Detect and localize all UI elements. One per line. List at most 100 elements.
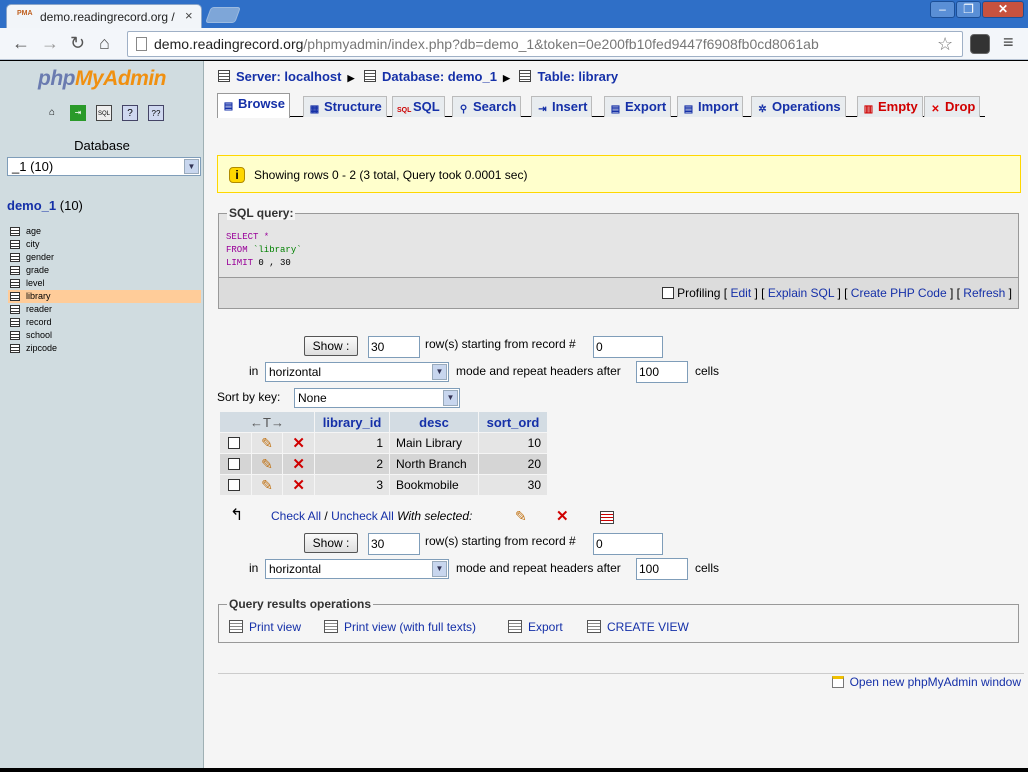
open-new-window-link[interactable]: Open new phpMyAdmin window: [831, 675, 1021, 689]
sidebar-table-library[interactable]: library: [8, 290, 201, 303]
delete-icon[interactable]: ✕: [292, 477, 305, 494]
reload-icon[interactable]: ↻: [70, 33, 85, 53]
row-checkbox[interactable]: [227, 479, 240, 491]
table-icon[interactable]: [10, 227, 20, 236]
table-icon[interactable]: [10, 266, 20, 275]
column-header-desc[interactable]: desc: [390, 412, 478, 432]
address-url[interactable]: demo.readingrecord.org/phpmyadmin/index.…: [154, 36, 819, 52]
edit-pencil-icon[interactable]: ✎: [261, 477, 273, 493]
table-icon[interactable]: [10, 279, 20, 288]
tab-import[interactable]: ▤ Import: [677, 96, 744, 117]
edit-link[interactable]: Edit: [730, 286, 751, 300]
column-header-library-id[interactable]: library_id: [315, 412, 389, 432]
browser-tab[interactable]: PMA demo.readingrecord.org / loc ×: [6, 4, 202, 28]
tab-insert[interactable]: ⇥ Insert: [531, 96, 593, 117]
profiling-checkbox[interactable]: [662, 287, 675, 299]
sidebar-table-record[interactable]: record: [8, 316, 201, 329]
rows-count-input[interactable]: 30: [368, 336, 420, 358]
window-maximize-button[interactable]: ❐: [956, 1, 981, 18]
wrench-menu-icon[interactable]: ≡: [1003, 32, 1014, 53]
home-icon[interactable]: ⌂: [99, 33, 110, 53]
tab-sql[interactable]: SQL SQL: [392, 96, 445, 117]
tab-export[interactable]: ▤ Export: [604, 96, 672, 117]
breadcrumb-server[interactable]: Server: localhost: [218, 69, 342, 84]
address-bar[interactable]: demo.readingrecord.org/phpmyadmin/index.…: [127, 31, 963, 57]
delete-icon[interactable]: ✕: [292, 435, 305, 452]
forward-icon[interactable]: →: [41, 33, 59, 53]
table-icon[interactable]: [10, 292, 20, 301]
sidebar-table-label[interactable]: reader: [26, 304, 52, 314]
uncheck-all-link[interactable]: Uncheck All: [331, 509, 394, 523]
rows-count-input[interactable]: 30: [368, 533, 420, 555]
print-view-link[interactable]: Print view: [229, 620, 301, 634]
sidebar-table-label[interactable]: record: [26, 317, 52, 327]
home-icon[interactable]: ⌂: [44, 105, 60, 121]
show-button[interactable]: Show :: [304, 533, 358, 553]
export-selected-icon[interactable]: [600, 511, 614, 524]
sidebar-table-label[interactable]: zipcode: [26, 343, 57, 353]
exit-icon[interactable]: ⇥: [70, 105, 86, 121]
repeat-headers-input[interactable]: 100: [636, 361, 688, 383]
show-button[interactable]: Show :: [304, 336, 358, 356]
sidebar-table-label[interactable]: city: [26, 239, 40, 249]
display-mode-select[interactable]: horizontal ▼: [265, 559, 449, 579]
sidebar-table-school[interactable]: school: [8, 329, 201, 342]
breadcrumb-table[interactable]: Table: library: [519, 69, 618, 84]
sidebar-table-label[interactable]: grade: [26, 265, 49, 275]
sidebar-table-level[interactable]: level: [8, 277, 201, 290]
sidebar-table-label[interactable]: age: [26, 226, 41, 236]
extension-icon[interactable]: [970, 34, 990, 54]
edit-pencil-icon[interactable]: ✎: [261, 435, 273, 451]
current-database[interactable]: demo_1 (10): [7, 198, 83, 213]
sidebar-table-label[interactable]: gender: [26, 252, 54, 262]
tab-structure[interactable]: ▦ Structure: [303, 96, 387, 117]
sidebar-table-label[interactable]: level: [26, 278, 45, 288]
create-php-code-link[interactable]: Create PHP Code: [851, 286, 947, 300]
start-record-input[interactable]: 0: [593, 336, 663, 358]
explain-sql-link[interactable]: Explain SQL: [768, 286, 834, 300]
phpmyadmin-logo[interactable]: phpMyAdmin: [38, 67, 166, 91]
chevron-down-icon[interactable]: ▼: [443, 390, 458, 406]
export-link[interactable]: Export: [508, 620, 563, 634]
table-icon[interactable]: [10, 344, 20, 353]
column-header-sort-ord[interactable]: sort_ord: [479, 412, 547, 432]
create-view-link[interactable]: CREATE VIEW: [587, 620, 689, 634]
chevron-down-icon[interactable]: ▼: [432, 364, 447, 380]
breadcrumb-database[interactable]: Database: demo_1: [364, 69, 497, 84]
sidebar-table-zipcode[interactable]: zipcode: [8, 342, 201, 355]
database-select[interactable]: _1 (10) ▼: [7, 157, 201, 176]
print-view-full-link[interactable]: Print view (with full texts): [324, 620, 476, 634]
table-icon[interactable]: [10, 318, 20, 327]
window-close-button[interactable]: ✕: [982, 1, 1024, 18]
sidebar-table-label[interactable]: school: [26, 330, 52, 340]
check-all-link[interactable]: Check All: [271, 509, 321, 523]
delete-selected-icon[interactable]: ✕: [556, 507, 569, 525]
delete-icon[interactable]: ✕: [292, 456, 305, 473]
sql-query-window-icon[interactable]: SQL: [96, 105, 112, 121]
edit-pencil-icon[interactable]: ✎: [261, 456, 273, 472]
tab-operations[interactable]: ✲ Operations: [751, 96, 846, 117]
sort-by-key-select[interactable]: None ▼: [294, 388, 460, 408]
sidebar-table-city[interactable]: city: [8, 238, 201, 251]
documentation-icon[interactable]: ?: [122, 105, 138, 121]
tab-empty[interactable]: ▥ Empty: [857, 96, 923, 117]
chevron-down-icon[interactable]: ▼: [184, 159, 199, 174]
back-icon[interactable]: ←: [12, 33, 30, 53]
display-mode-select[interactable]: horizontal ▼: [265, 362, 449, 382]
refresh-link[interactable]: Refresh: [963, 286, 1005, 300]
sidebar-table-age[interactable]: age: [8, 225, 201, 238]
column-arrows-header[interactable]: ←T→: [220, 412, 314, 432]
sidebar-table-grade[interactable]: grade: [8, 264, 201, 277]
table-icon[interactable]: [10, 331, 20, 340]
bookmark-star-icon[interactable]: ☆: [937, 34, 953, 55]
tab-close-icon[interactable]: ×: [185, 8, 193, 23]
mysql-docs-icon[interactable]: ??: [148, 105, 164, 121]
tab-drop[interactable]: ✕ Drop: [924, 96, 981, 117]
table-icon[interactable]: [10, 240, 20, 249]
chevron-down-icon[interactable]: ▼: [432, 561, 447, 577]
table-icon[interactable]: [10, 253, 20, 262]
edit-selected-icon[interactable]: ✎: [515, 508, 527, 525]
table-icon[interactable]: [10, 305, 20, 314]
start-record-input[interactable]: 0: [593, 533, 663, 555]
row-checkbox[interactable]: [227, 437, 240, 449]
